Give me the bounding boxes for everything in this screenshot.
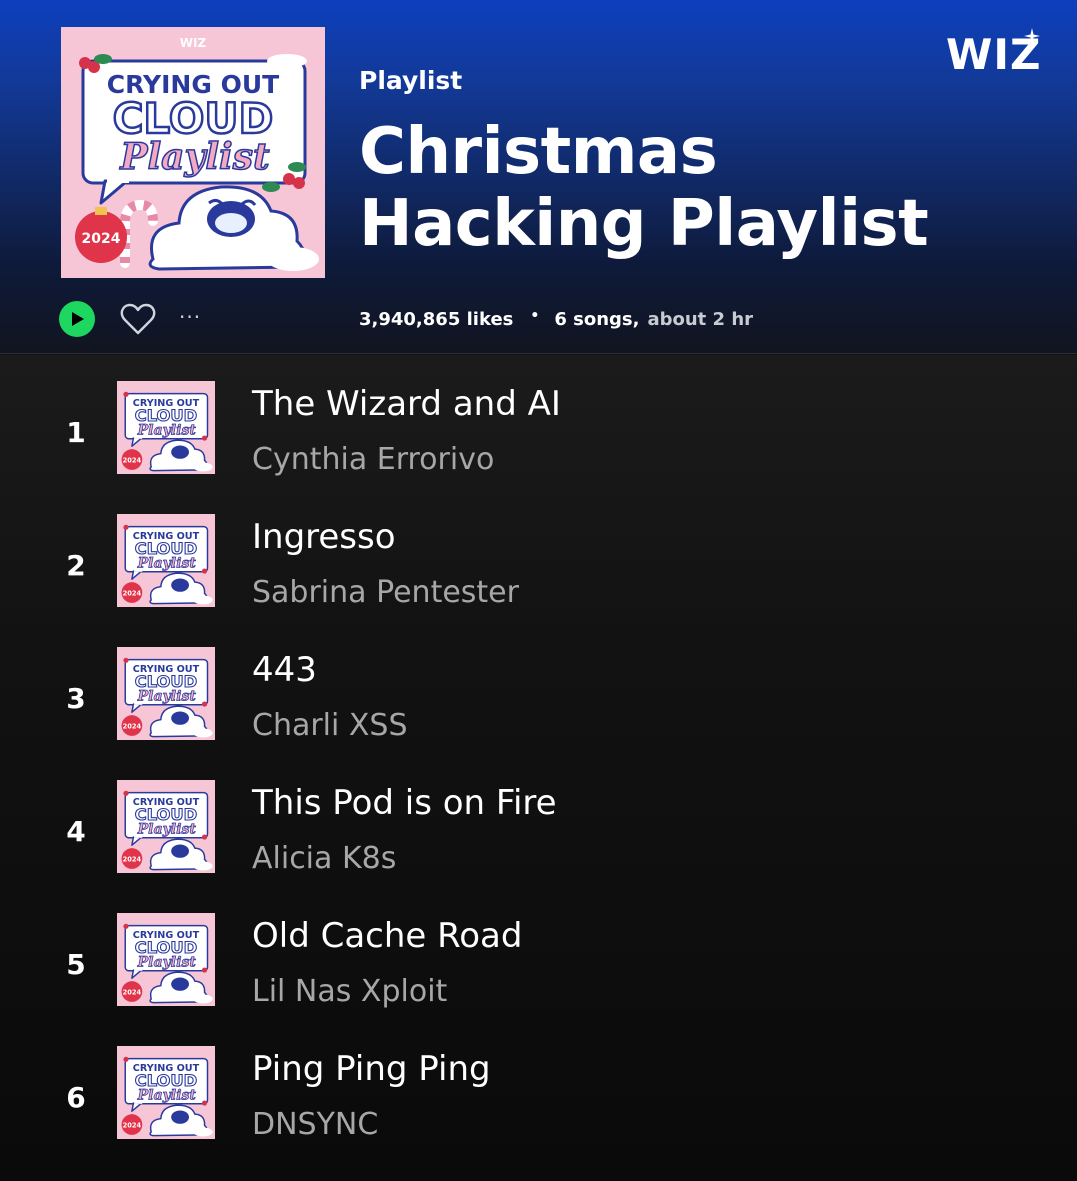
track-title: Ping Ping Ping — [252, 1049, 491, 1089]
playlist-cover-art[interactable]: WIZ CRYING OUT CLOUD Playlist 2024 — [61, 27, 325, 278]
track-number: 6 — [66, 1081, 86, 1114]
more-options-button[interactable]: ··· — [179, 302, 207, 332]
cover-badge-text: 2024 — [82, 231, 121, 247]
cover-brand-text: WIZ — [180, 36, 207, 50]
track-cover-art: CRYING OUT CLOUD Playlist 2024 — [117, 913, 215, 1006]
track-artist[interactable]: Charli XSS — [252, 708, 408, 743]
track-artist[interactable]: Alicia K8s — [252, 841, 396, 876]
track-artist[interactable]: DNSYNC — [252, 1107, 378, 1142]
playlist-page: WIZ CRYING OUT CLOUD Playlist 2024 WIZ P… — [0, 0, 1077, 1181]
like-button[interactable] — [120, 302, 156, 336]
playlist-title-line2: Hacking Playlist — [359, 187, 929, 261]
meta-separator: • — [530, 308, 540, 324]
track-cover-line3: Playlist — [137, 954, 197, 970]
track-number: 5 — [66, 948, 86, 981]
playlist-type-label: Playlist — [359, 66, 463, 95]
track-cover-badge: 2024 — [123, 989, 142, 997]
play-button[interactable] — [59, 301, 95, 337]
track-thumbnail: CRYING OUT CLOUD Playlist 2024 — [117, 647, 215, 740]
track-thumbnail: CRYING OUT CLOUD Playlist 2024 — [117, 780, 215, 873]
track-cover-line3: Playlist — [137, 555, 197, 571]
track-cover-art: CRYING OUT CLOUD Playlist 2024 — [117, 647, 215, 740]
track-cover-art: CRYING OUT CLOUD Playlist 2024 — [117, 1046, 215, 1139]
play-icon — [72, 312, 84, 326]
track-cover-badge: 2024 — [123, 856, 142, 864]
track-thumbnail: CRYING OUT CLOUD Playlist 2024 — [117, 514, 215, 607]
track-artist[interactable]: Sabrina Pentester — [252, 575, 519, 610]
track-artist[interactable]: Lil Nas Xploit — [252, 974, 447, 1009]
track-title: 443 — [252, 650, 317, 690]
track-cover-art: CRYING OUT CLOUD Playlist 2024 — [117, 780, 215, 873]
track-title: This Pod is on Fire — [252, 783, 557, 823]
playlist-header: WIZ CRYING OUT CLOUD Playlist 2024 WIZ P… — [0, 0, 1077, 354]
likes-count: 3,940,865 likes — [359, 308, 514, 330]
track-cover-badge: 2024 — [123, 723, 142, 731]
playlist-meta: 3,940,865 likes • 6 songs, about 2 hr — [359, 308, 753, 332]
track-cover-art: CRYING OUT CLOUD Playlist 2024 — [117, 514, 215, 607]
track-list: 1 CRYING OUT CLOUD Playlist 2024 The Wiz… — [0, 355, 1077, 1181]
track-row-6[interactable]: 6 CRYING OUT CLOUD Playlist 2024 Ping Pi… — [0, 1020, 1077, 1153]
track-cover-line3: Playlist — [137, 821, 197, 837]
track-number: 1 — [66, 416, 86, 449]
cover-art-illustration: WIZ CRYING OUT CLOUD Playlist 2024 — [61, 27, 325, 278]
track-row-3[interactable]: 3 CRYING OUT CLOUD Playlist 2024 443 Cha… — [0, 621, 1077, 754]
track-cover-line3: Playlist — [137, 422, 197, 438]
track-artist[interactable]: Cynthia Errorivo — [252, 442, 494, 477]
songs-count: 6 songs, — [554, 308, 640, 330]
track-cover-badge: 2024 — [123, 457, 142, 465]
playlist-title-line1: Christmas — [359, 115, 718, 189]
track-cover-line3: Playlist — [137, 1087, 197, 1103]
track-thumbnail: CRYING OUT CLOUD Playlist 2024 — [117, 1046, 215, 1139]
track-number: 4 — [66, 815, 86, 848]
track-cover-badge: 2024 — [123, 1122, 142, 1130]
sparkle-icon — [1024, 28, 1040, 44]
track-title: The Wizard and AI — [252, 384, 561, 424]
track-number: 2 — [66, 549, 86, 582]
track-row-5[interactable]: 5 CRYING OUT CLOUD Playlist 2024 Old Cac… — [0, 887, 1077, 1020]
track-title: Ingresso — [252, 517, 396, 557]
track-cover-line3: Playlist — [137, 688, 197, 704]
playlist-duration: about 2 hr — [647, 308, 754, 330]
track-row-2[interactable]: 2 CRYING OUT CLOUD Playlist 2024 Ingress… — [0, 488, 1077, 621]
playlist-controls: ··· — [59, 300, 319, 338]
track-number: 3 — [66, 682, 86, 715]
track-row-4[interactable]: 4 CRYING OUT CLOUD Playlist 2024 This Po… — [0, 754, 1077, 887]
track-cover-art: CRYING OUT CLOUD Playlist 2024 — [117, 381, 215, 474]
heart-icon — [120, 303, 156, 335]
cover-line3-text: Playlist — [119, 136, 270, 178]
playlist-title: Christmas Hacking Playlist — [359, 116, 959, 260]
track-row-1[interactable]: 1 CRYING OUT CLOUD Playlist 2024 The Wiz… — [0, 355, 1077, 488]
track-cover-badge: 2024 — [123, 590, 142, 598]
track-thumbnail: CRYING OUT CLOUD Playlist 2024 — [117, 913, 215, 1006]
track-thumbnail: CRYING OUT CLOUD Playlist 2024 — [117, 381, 215, 474]
track-title: Old Cache Road — [252, 916, 523, 956]
